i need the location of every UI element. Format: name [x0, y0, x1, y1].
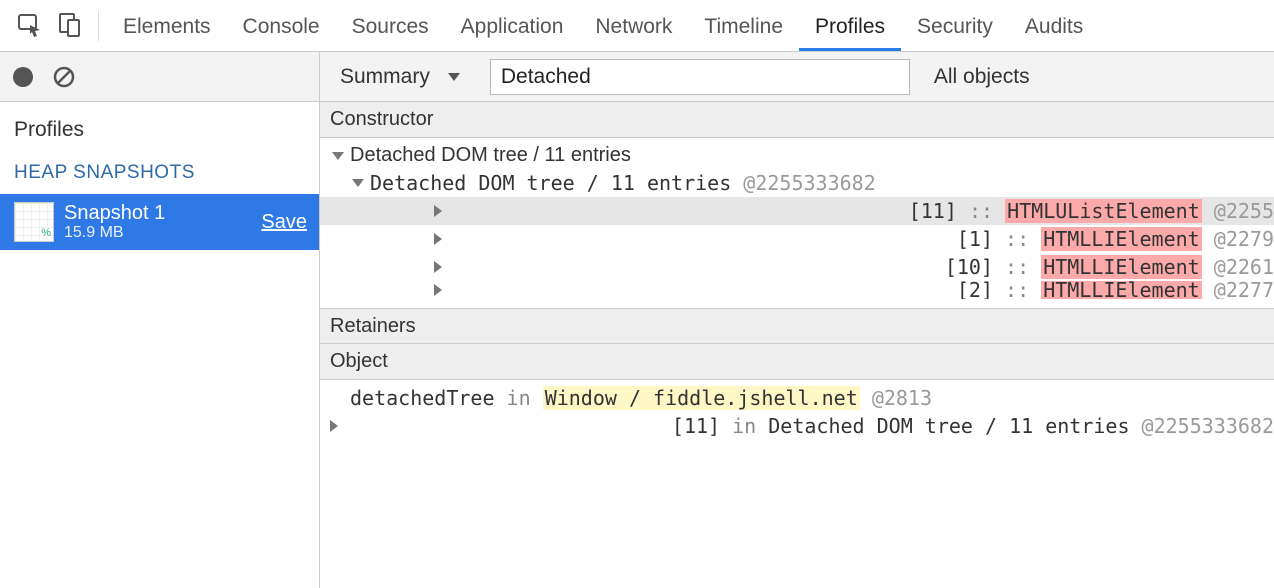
constructor-tree: Detached DOM tree / 11 entries Detached …: [320, 138, 1274, 308]
tree-row-count: [10]: [945, 255, 993, 279]
tree-row-type: HTMLUListElement: [1005, 199, 1202, 223]
expand-arrow-icon[interactable]: [434, 233, 951, 245]
tabstrip-divider: [98, 11, 99, 41]
right-toolbar: Summary All objects: [320, 52, 1274, 102]
profiles-toolbar: [0, 52, 319, 102]
expand-arrow-icon[interactable]: [330, 420, 666, 432]
tree-root-label: Detached DOM tree / 11 entries: [350, 144, 631, 167]
expand-arrow-icon[interactable]: [434, 205, 903, 217]
tree-row[interactable]: [10] :: HTMLLIElement @2261: [330, 253, 1274, 281]
tree-row[interactable]: [2] :: HTMLLIElement @2277: [330, 281, 1274, 299]
expand-arrow-icon[interactable]: [434, 261, 939, 273]
chevron-down-icon: [448, 73, 460, 81]
profiles-category: HEAP SNAPSHOTS: [0, 152, 319, 194]
tree-row-id: @2261: [1214, 255, 1274, 279]
profiles-title: Profiles: [0, 102, 319, 152]
view-select[interactable]: Summary: [334, 65, 472, 89]
tab-network[interactable]: Network: [579, 0, 688, 51]
class-filter-input[interactable]: [490, 59, 910, 95]
main-area: Profiles HEAP SNAPSHOTS % Snapshot 1 15.…: [0, 52, 1274, 588]
retainer-label: Detached DOM tree / 11 entries: [768, 414, 1129, 438]
tree-row-count: [2]: [957, 281, 993, 299]
object-header[interactable]: Object: [320, 344, 1274, 380]
tab-timeline[interactable]: Timeline: [688, 0, 799, 51]
profiles-body: Profiles HEAP SNAPSHOTS % Snapshot 1 15.…: [0, 102, 319, 588]
retainer-window-id: @2813: [872, 386, 932, 410]
snapshot-icon: %: [14, 202, 54, 242]
object-scope-select[interactable]: All objects: [928, 65, 1030, 89]
profiles-sidebar: Profiles HEAP SNAPSHOTS % Snapshot 1 15.…: [0, 52, 320, 588]
tab-elements[interactable]: Elements: [107, 0, 227, 51]
tree-row[interactable]: [1] :: HTMLLIElement @2279: [330, 225, 1274, 253]
tree-row-sep: ::: [1005, 281, 1029, 299]
tree-row-id: @2279: [1214, 227, 1274, 251]
clear-icon[interactable]: [52, 65, 76, 89]
snapshot-size: 15.9 MB: [64, 224, 261, 242]
retainer-window: Window / fiddle.jshell.net: [543, 386, 860, 410]
expand-arrow-icon[interactable]: [434, 284, 951, 296]
tree-row[interactable]: [11] :: HTMLUListElement @2255: [320, 197, 1274, 225]
tab-security[interactable]: Security: [901, 0, 1009, 51]
tree-row-sep: ::: [969, 199, 993, 223]
retainer-in: in: [507, 386, 531, 410]
tree-row-type: HTMLLIElement: [1041, 281, 1202, 299]
snapshot-save-link[interactable]: Save: [261, 211, 307, 234]
inspect-element-icon[interactable]: [10, 0, 50, 51]
tree-group-id: @2255333682: [743, 171, 875, 195]
retainers-header[interactable]: Retainers: [320, 308, 1274, 344]
tab-sources[interactable]: Sources: [336, 0, 445, 51]
tab-application[interactable]: Application: [445, 0, 580, 51]
tab-profiles[interactable]: Profiles: [799, 0, 901, 51]
constructor-header[interactable]: Constructor: [320, 102, 1274, 138]
tab-console[interactable]: Console: [227, 0, 336, 51]
tree-row-sep: ::: [1005, 255, 1029, 279]
snapshot-text: Snapshot 1 15.9 MB: [64, 202, 261, 242]
tree-group-label: Detached DOM tree / 11 entries: [370, 171, 731, 195]
tree-row-id: @2277: [1214, 281, 1274, 299]
tree-row-sep: ::: [1005, 227, 1029, 251]
snapshot-item[interactable]: % Snapshot 1 15.9 MB Save: [0, 194, 319, 250]
tree-row-count: [1]: [957, 227, 993, 251]
tree-group[interactable]: Detached DOM tree / 11 entries @22553336…: [330, 169, 1274, 197]
expand-arrow-icon[interactable]: [352, 179, 364, 187]
tree-row-type: HTMLLIElement: [1041, 227, 1202, 251]
device-mode-icon[interactable]: [50, 0, 90, 51]
retainer-in: in: [732, 414, 756, 438]
tree-row-type: HTMLLIElement: [1041, 255, 1202, 279]
right-panel: Summary All objects Constructor Detached…: [320, 52, 1274, 588]
tab-audits[interactable]: Audits: [1009, 0, 1099, 51]
tree-root[interactable]: Detached DOM tree / 11 entries: [330, 142, 1274, 169]
retainer-id: @2255333682: [1142, 414, 1274, 438]
expand-arrow-icon[interactable]: [332, 152, 344, 160]
devtools-tabstrip: ElementsConsoleSourcesApplicationNetwork…: [0, 0, 1274, 52]
view-select-label: Summary: [340, 65, 430, 89]
retainer-count: [11]: [672, 414, 720, 438]
tree-row-count: [11]: [909, 199, 957, 223]
retainer-row[interactable]: detachedTree in Window / fiddle.jshell.n…: [330, 384, 1274, 412]
tree-row-id: @2255: [1214, 199, 1274, 223]
snapshot-name: Snapshot 1: [64, 202, 261, 224]
retainers-tree: detachedTree in Window / fiddle.jshell.n…: [320, 380, 1274, 588]
retainer-var: detachedTree: [350, 386, 495, 410]
retainer-row[interactable]: [11] in Detached DOM tree / 11 entries @…: [330, 412, 1274, 440]
record-icon[interactable]: [12, 66, 34, 88]
tabs-container: ElementsConsoleSourcesApplicationNetwork…: [107, 0, 1099, 51]
